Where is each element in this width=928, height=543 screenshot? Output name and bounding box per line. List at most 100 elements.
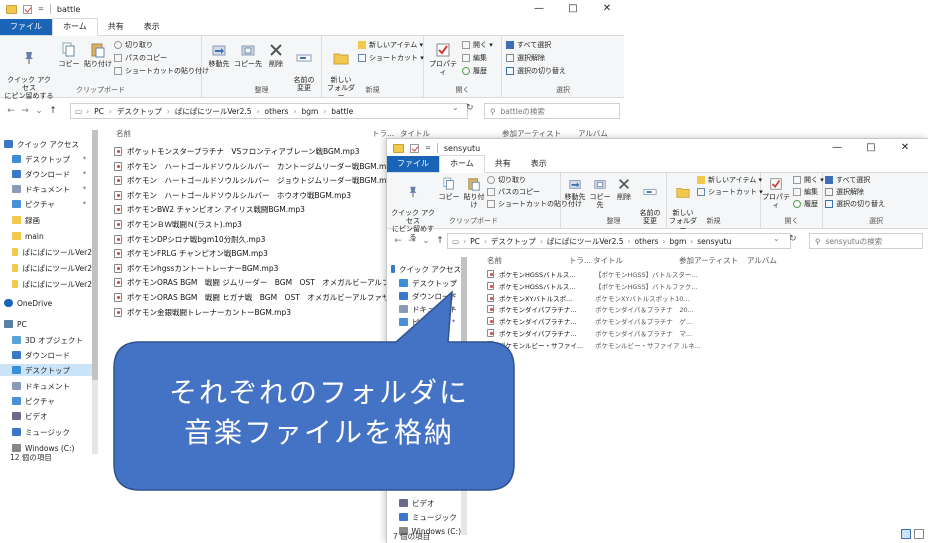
nav-item[interactable]: ドキュメント: [387, 303, 461, 315]
tab-file[interactable]: ファイル: [0, 19, 52, 35]
up-arrow-icon[interactable]: ↑: [433, 236, 447, 246]
history-button[interactable]: 履歴: [462, 66, 487, 76]
cut-button[interactable]: 切り取り: [487, 175, 526, 185]
nav-item[interactable]: ビデオ: [0, 410, 92, 422]
breadcrumb-battle[interactable]: battle: [331, 107, 353, 116]
tab-home[interactable]: ホーム: [52, 18, 98, 36]
pin-icon[interactable]: ✦: [82, 200, 87, 207]
breadcrumb-sensyutu[interactable]: sensyutu: [697, 237, 731, 246]
properties-quick-icon[interactable]: [410, 143, 419, 153]
nav-item[interactable]: ぱにぱにツールVer2: [0, 278, 92, 290]
pin-icon[interactable]: ✦: [451, 292, 456, 299]
nav-item[interactable]: ドキュメント: [0, 380, 92, 392]
file-row[interactable]: ポケモンFRLG チャンピオン戦BGM.mp3: [114, 248, 268, 259]
nav-scroll-thumb[interactable]: [92, 130, 98, 380]
copy-to-button[interactable]: コピー先: [234, 42, 262, 68]
refresh-icon[interactable]: ↻: [789, 234, 797, 244]
nav-item[interactable]: ピクチャ: [387, 316, 461, 328]
nav-item[interactable]: ダウンロード: [0, 349, 92, 361]
column-name[interactable]: 名前: [116, 128, 131, 139]
close-button[interactable]: ✕: [888, 139, 922, 157]
breadcrumb-others[interactable]: others: [635, 237, 659, 246]
quick-access-toolbar-dropdown[interactable]: =: [38, 5, 44, 13]
breadcrumb-desktop[interactable]: デスクトップ: [491, 236, 536, 247]
paste-button[interactable]: 貼り付け: [461, 177, 487, 209]
file-row[interactable]: ポケモンHGSSバトルス... 【ポケモンHGSS】バトルファク...: [487, 281, 698, 291]
properties-button[interactable]: プロパティ: [426, 42, 460, 76]
tab-view[interactable]: 表示: [521, 156, 557, 172]
new-item-button[interactable]: 新しいアイテム ▾: [358, 40, 423, 50]
nav-item[interactable]: ピクチャ: [0, 198, 92, 210]
properties-quick-icon[interactable]: [23, 4, 32, 14]
recent-chevron-icon[interactable]: ⌄: [32, 106, 46, 116]
pin-icon[interactable]: ✦: [451, 279, 456, 286]
tab-home[interactable]: ホーム: [439, 155, 485, 173]
file-row[interactable]: ポケモンhgssカントートレーナーBGM.mp3: [114, 263, 278, 274]
history-button[interactable]: 履歴: [793, 199, 818, 209]
pin-icon[interactable]: ✦: [82, 170, 87, 177]
back-arrow-icon[interactable]: ←: [4, 106, 18, 116]
select-none-button[interactable]: 選択解除: [506, 53, 545, 63]
nav-item[interactable]: ミュージック: [387, 511, 461, 523]
breadcrumb-desktop[interactable]: デスクトップ: [117, 106, 162, 117]
file-row[interactable]: ポケモンHGSSバトルス... 【ポケモンHGSS】バトルスター...: [487, 269, 698, 279]
nav-item[interactable]: main: [0, 230, 92, 242]
breadcrumb-bgm[interactable]: bgm: [301, 107, 318, 116]
nav-item[interactable]: ドキュメント: [0, 183, 92, 195]
nav-item[interactable]: デスクトップ: [0, 153, 92, 165]
file-row[interactable]: ポケモンダイパプラチナ... ポケモンダイパ＆プラチナ マ...: [487, 328, 692, 338]
pin-icon[interactable]: ✦: [451, 305, 456, 312]
properties-button[interactable]: プロパティ: [761, 177, 791, 209]
tab-share[interactable]: 共有: [485, 156, 521, 172]
breadcrumb-others[interactable]: others: [265, 107, 289, 116]
file-row[interactable]: ポケモンＢＷ戦闘Ｎ(ラスト).mp3: [114, 219, 242, 230]
cut-button[interactable]: 切り取り: [114, 40, 153, 50]
file-row[interactable]: ポケモンダイパプラチナ... ポケモンダイパ＆プラチナ 20...: [487, 304, 694, 314]
file-row[interactable]: ポケモンDPシロナ戦bgm10分耐久.mp3: [114, 234, 265, 245]
pin-icon[interactable]: ✦: [82, 185, 87, 192]
nav-item[interactable]: ぱにぱにツールVer2: [0, 246, 92, 258]
file-row[interactable]: ポケモン ハートゴールドソウルシルバー カントージムリーダー戦BGM.mp3: [114, 161, 396, 172]
move-to-button[interactable]: 移動先: [206, 42, 232, 68]
nav-item[interactable]: クイック アクセス: [387, 263, 461, 275]
shortcut-button[interactable]: ショートカット ▾: [358, 53, 424, 63]
recent-chevron-icon[interactable]: ⌄: [419, 236, 433, 246]
nav-item[interactable]: クイック アクセス: [0, 138, 92, 150]
maximize-button[interactable]: □: [556, 0, 590, 18]
delete-button[interactable]: 削除: [264, 42, 288, 68]
close-button[interactable]: ✕: [590, 0, 624, 18]
address-input[interactable]: ▭ › PC › デスクトップ › ぱにぱにツールVer2.5 › others…: [447, 233, 791, 249]
refresh-icon[interactable]: ↻: [466, 103, 474, 113]
column-album[interactable]: アルバム: [747, 255, 777, 266]
select-none-button[interactable]: 選択解除: [825, 187, 864, 197]
minimize-button[interactable]: —: [820, 139, 854, 157]
column-title[interactable]: タイトル: [593, 255, 623, 266]
nav-item[interactable]: ぱにぱにツールVer2: [0, 262, 92, 274]
tab-share[interactable]: 共有: [98, 19, 134, 35]
move-to-button[interactable]: 移動先: [563, 177, 587, 201]
breadcrumb-tool[interactable]: ぱにぱにツールVer2.5: [547, 236, 624, 247]
copy-path-button[interactable]: パスのコピー: [487, 187, 540, 197]
delete-button[interactable]: 削除: [613, 177, 635, 201]
nav-item[interactable]: ビデオ: [387, 497, 461, 509]
nav-item[interactable]: ダウンロード: [0, 168, 92, 180]
copy-path-button[interactable]: パスのコピー: [114, 53, 167, 63]
nav-scrollbar[interactable]: [92, 130, 98, 454]
invert-selection-button[interactable]: 選択の切り替え: [825, 199, 885, 209]
file-row[interactable]: ポケモン ハートゴールドソウルシルバー ホウオウ戦BGM.mp3: [114, 190, 351, 201]
column-artist[interactable]: 参加アーティスト: [679, 255, 738, 266]
edit-button[interactable]: 編集: [462, 53, 487, 63]
nav-item[interactable]: デスクトップ: [387, 277, 461, 289]
edit-button[interactable]: 編集: [793, 187, 818, 197]
paste-button[interactable]: 貼り付け: [84, 42, 112, 68]
breadcrumb-pc[interactable]: PC: [94, 107, 104, 116]
search-input[interactable]: ⚲ sensyutuの検索: [809, 233, 923, 249]
tab-file[interactable]: ファイル: [387, 156, 439, 172]
invert-selection-button[interactable]: 選択の切り替え: [506, 66, 566, 76]
nav-item[interactable]: デスクトップ: [0, 364, 92, 376]
address-input[interactable]: ▭ › PC › デスクトップ › ぱにぱにツールVer2.5 › others…: [70, 103, 468, 119]
nav-item[interactable]: 3D オブジェクト: [0, 334, 92, 346]
file-row[interactable]: ポケモン ハートゴールドソウルシルバー ジョウトジムリーダー戦BGM.mp3: [114, 175, 396, 186]
file-row[interactable]: ポケモンXYバトルスポ... ポケモンXYバトルスポット10...: [487, 293, 690, 303]
select-all-button[interactable]: すべて選択: [825, 175, 870, 185]
